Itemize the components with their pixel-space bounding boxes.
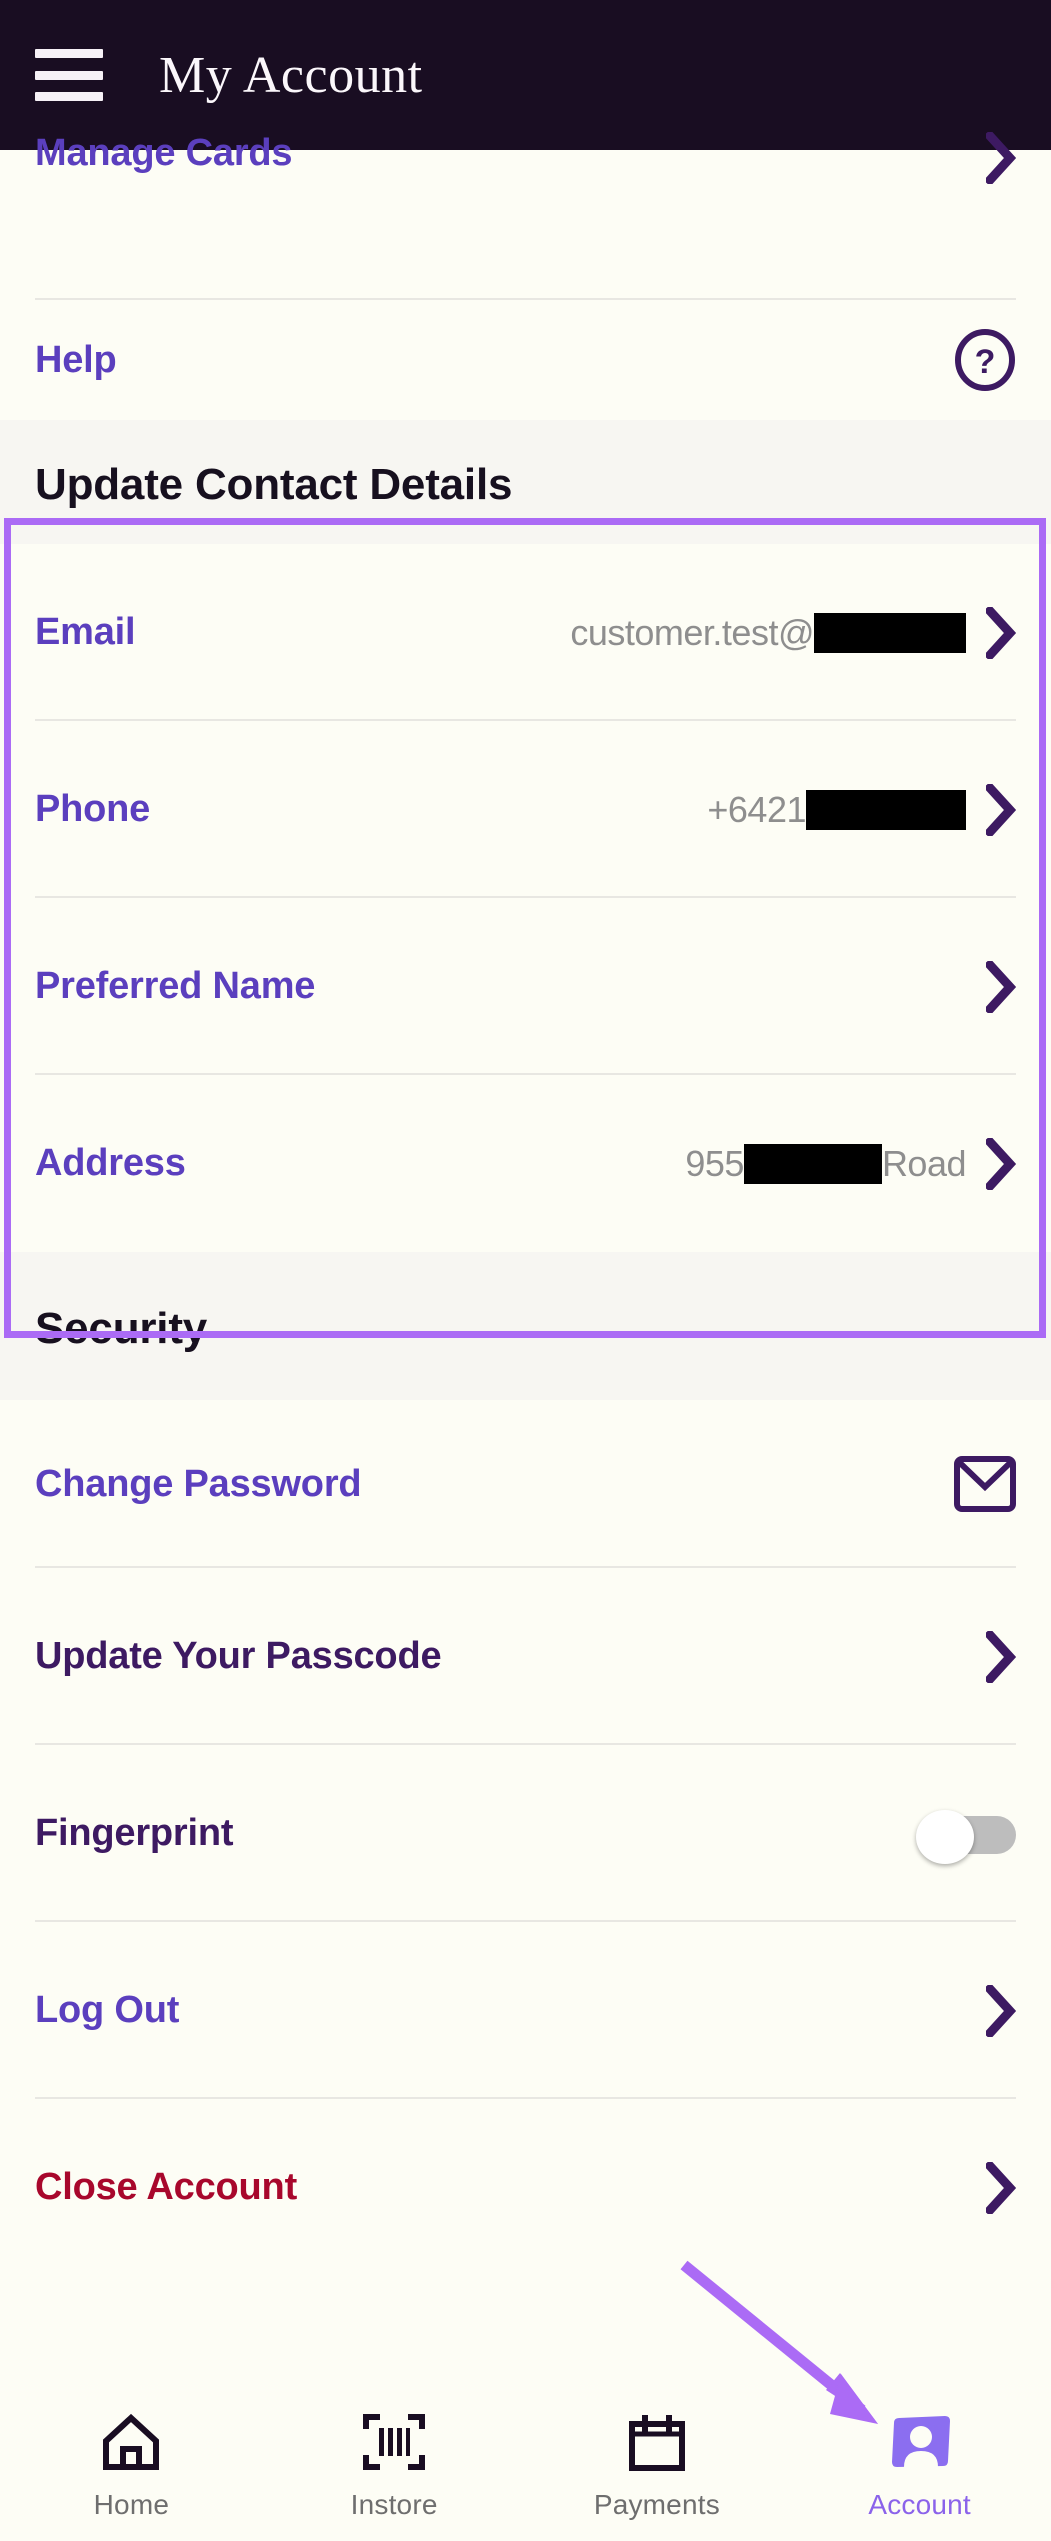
list-item-fingerprint[interactable]: Fingerprint	[0, 1745, 1051, 1922]
hamburger-menu-icon[interactable]	[35, 49, 103, 101]
mail-envelope-icon	[954, 1455, 1016, 1513]
list-item-label: Address	[35, 1142, 186, 1184]
list-item-update-passcode[interactable]: Update Your Passcode	[0, 1568, 1051, 1745]
redaction-bar	[814, 612, 966, 653]
list-item-label: Phone	[35, 788, 151, 830]
list-item-label: Manage Cards	[35, 132, 293, 174]
chevron-right-icon	[986, 606, 1016, 659]
phone-value: +6421	[707, 789, 966, 831]
list-item-label: Update Your Passcode	[35, 1635, 442, 1677]
tab-instore[interactable]: Instore	[263, 2411, 526, 2521]
list-item-label: Close Account	[35, 2166, 298, 2208]
help-circle-icon: ?	[954, 329, 1016, 391]
address-value: 955 Road	[685, 1142, 967, 1184]
settings-list: Manage Cards Help ? Update Contact Detai…	[0, 132, 1051, 2390]
chevron-right-icon	[986, 783, 1016, 836]
section-header-contact: Update Contact Details	[0, 420, 1051, 544]
list-item-label: Help	[35, 338, 117, 381]
chevron-right-icon	[986, 960, 1016, 1013]
list-item-label: Change Password	[35, 1462, 362, 1505]
svg-text:?: ?	[975, 343, 996, 381]
list-item-close-account[interactable]: Close Account	[0, 2099, 1051, 2276]
list-item-log-out[interactable]: Log Out	[0, 1922, 1051, 2099]
tab-label: Account	[868, 2488, 971, 2520]
home-icon	[101, 2411, 161, 2473]
app-header: My Account	[0, 0, 1051, 150]
list-item-label: Email	[35, 611, 136, 653]
app-screen: My Account Manage Cards Help ? Update Co…	[0, 0, 1051, 2541]
email-value: customer.test@	[570, 612, 966, 654]
list-item-label: Preferred Name	[35, 965, 316, 1007]
redaction-bar	[806, 789, 966, 830]
tab-label: Home	[93, 2488, 170, 2520]
chevron-right-icon	[986, 132, 1016, 184]
list-item-label: Log Out	[35, 1989, 180, 2031]
tab-home[interactable]: Home	[0, 2411, 263, 2521]
redaction-bar	[743, 1143, 882, 1184]
toggle-knob	[916, 1809, 974, 1864]
chevron-right-icon	[986, 1984, 1016, 2037]
list-item-phone[interactable]: Phone +6421	[0, 721, 1051, 898]
list-item-help[interactable]: Help ?	[0, 300, 1051, 420]
account-person-icon	[888, 2411, 952, 2473]
list-item-manage-cards[interactable]: Manage Cards	[0, 132, 1051, 300]
bottom-tab-bar: Home Instore Payments Account	[0, 2390, 1051, 2541]
section-header-security: Security	[0, 1252, 1051, 1400]
tab-label: Payments	[593, 2488, 720, 2520]
page-title: My Account	[159, 46, 423, 104]
chevron-right-icon	[986, 1630, 1016, 1683]
barcode-scan-icon	[363, 2411, 426, 2473]
tab-payments[interactable]: Payments	[526, 2411, 789, 2521]
list-item-email[interactable]: Email customer.test@	[0, 544, 1051, 721]
calendar-payments-icon	[627, 2411, 687, 2473]
tab-account[interactable]: Account	[788, 2411, 1051, 2521]
list-item-preferred-name[interactable]: Preferred Name	[0, 898, 1051, 1075]
fingerprint-toggle[interactable]	[916, 1809, 1016, 1864]
list-item-address[interactable]: Address 955 Road	[0, 1075, 1051, 1252]
chevron-right-icon	[986, 2161, 1016, 2214]
chevron-right-icon	[986, 1137, 1016, 1190]
list-item-label: Fingerprint	[35, 1812, 234, 1854]
tab-label: Instore	[350, 2488, 438, 2520]
list-item-change-password[interactable]: Change Password	[0, 1400, 1051, 1568]
